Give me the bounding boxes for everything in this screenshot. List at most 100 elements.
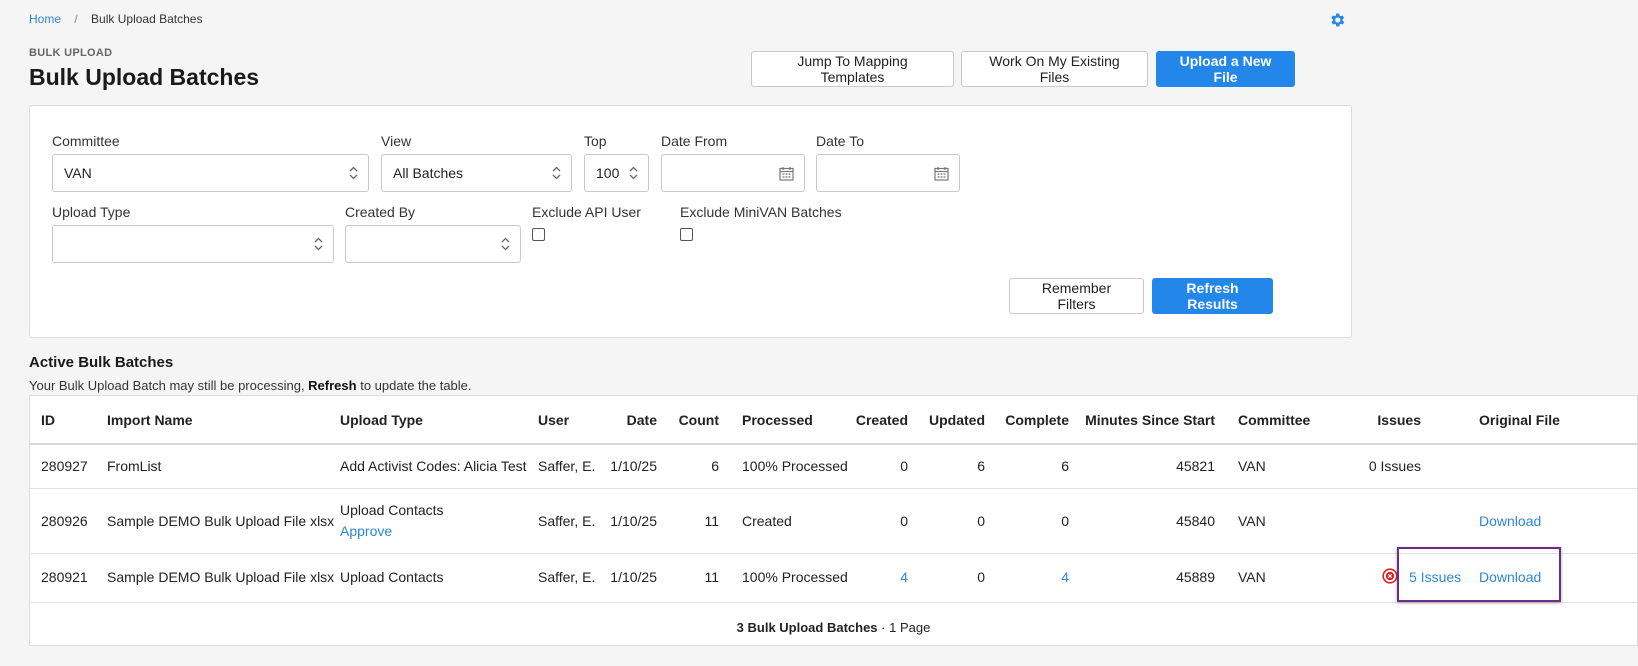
cell-count: 11 <box>704 569 719 585</box>
section-note-refresh: Refresh <box>308 378 357 393</box>
cell-updated: 6 <box>977 458 985 474</box>
cell-count: 6 <box>711 458 719 474</box>
refresh-results-button[interactable]: Refresh Results <box>1152 278 1273 314</box>
col-header-user[interactable]: User <box>538 412 569 428</box>
col-header-id[interactable]: ID <box>41 412 55 428</box>
top-value: 100 <box>596 165 620 181</box>
chevron-updown-icon <box>349 166 358 180</box>
cell-minutes: 45889 <box>1176 569 1215 585</box>
cell-created: 0 <box>900 513 908 529</box>
table-footer: 3 Bulk Upload Batches · 1 Page <box>30 620 1637 635</box>
page-kicker: BULK UPLOAD <box>29 47 113 59</box>
section-note-suffix: to update the table. <box>356 378 472 393</box>
cell-minutes: 45840 <box>1176 513 1215 529</box>
col-header-minutes-since-start[interactable]: Minutes Since Start <box>1085 412 1215 428</box>
calendar-icon[interactable] <box>779 166 794 181</box>
exclude-minivan-checkbox[interactable] <box>680 228 693 241</box>
exclude-minivan-label: Exclude MiniVAN Batches <box>680 204 842 220</box>
upload-new-file-button[interactable]: Upload a New File <box>1156 51 1295 87</box>
col-header-issues[interactable]: Issues <box>1377 412 1421 428</box>
batches-table: ID Import Name Upload Type User Date Cou… <box>29 395 1638 646</box>
cell-processed: Created <box>742 513 792 529</box>
cell-count: 11 <box>704 513 719 529</box>
breadcrumb-current: Bulk Upload Batches <box>91 12 203 26</box>
cell-upload-type: Upload Contacts <box>340 569 444 585</box>
date-from-label: Date From <box>661 133 728 149</box>
cell-committee: VAN <box>1238 569 1266 585</box>
exclude-api-user-checkbox[interactable] <box>532 228 545 241</box>
cell-upload-type: Add Activist Codes: Alicia Test <box>340 458 527 474</box>
col-header-complete[interactable]: Complete <box>1005 412 1069 428</box>
date-to-input[interactable] <box>816 154 960 192</box>
cell-import-name: Sample DEMO Bulk Upload File xlsx <box>107 569 335 585</box>
date-from-input[interactable] <box>661 154 805 192</box>
error-circle-icon <box>1382 568 1398 584</box>
view-select[interactable]: All Batches <box>381 154 572 192</box>
download-link[interactable]: Download <box>1479 513 1541 529</box>
row-divider <box>30 602 1637 603</box>
created-count-link[interactable]: 4 <box>900 569 908 585</box>
cell-id: 280927 <box>41 458 88 474</box>
cell-upload-type: Upload Contacts <box>340 502 444 518</box>
work-on-existing-files-button[interactable]: Work On My Existing Files <box>961 51 1148 87</box>
col-header-upload-type[interactable]: Upload Type <box>340 412 423 428</box>
approve-link[interactable]: Approve <box>340 523 392 539</box>
col-header-count[interactable]: Count <box>679 412 719 428</box>
cell-complete: 0 <box>1061 513 1069 529</box>
cell-complete: 6 <box>1061 458 1069 474</box>
cell-updated: 0 <box>977 513 985 529</box>
view-label: View <box>381 133 412 149</box>
col-header-date[interactable]: Date <box>627 412 657 428</box>
cell-processed: 100% Processed <box>742 569 848 585</box>
col-header-import-name[interactable]: Import Name <box>107 412 193 428</box>
col-header-processed[interactable]: Processed <box>742 412 813 428</box>
chevron-updown-icon <box>314 237 323 251</box>
committee-value: VAN <box>64 165 92 181</box>
upload-type-select[interactable] <box>52 225 334 263</box>
jump-to-mapping-templates-button[interactable]: Jump To Mapping Templates <box>751 51 954 87</box>
gear-icon[interactable] <box>1328 11 1346 29</box>
remember-filters-button[interactable]: Remember Filters <box>1009 278 1144 314</box>
row-divider <box>30 488 1637 489</box>
cell-date: 1/10/25 <box>610 458 657 474</box>
calendar-icon[interactable] <box>934 166 949 181</box>
committee-label: Committee <box>52 133 120 149</box>
cell-date: 1/10/25 <box>610 513 657 529</box>
cell-minutes: 45821 <box>1176 458 1215 474</box>
header-divider <box>30 443 1637 445</box>
cell-processed: 100% Processed <box>742 458 848 474</box>
cell-id: 280921 <box>41 569 88 585</box>
exclude-api-user-label: Exclude API User <box>532 204 641 220</box>
complete-count-link[interactable]: 4 <box>1061 569 1069 585</box>
date-to-label: Date To <box>816 133 864 149</box>
col-header-committee[interactable]: Committee <box>1238 412 1310 428</box>
cell-date: 1/10/25 <box>610 569 657 585</box>
issues-link[interactable]: 5 Issues <box>1409 569 1461 585</box>
section-note: Your Bulk Upload Batch may still be proc… <box>29 378 472 393</box>
cell-created: 0 <box>900 458 908 474</box>
breadcrumb-home-link[interactable]: Home <box>29 12 61 26</box>
cell-user: Saffer, E. <box>538 513 596 529</box>
breadcrumb-separator: / <box>74 12 78 26</box>
col-header-original-file[interactable]: Original File <box>1479 412 1560 428</box>
cell-issues: 0 Issues <box>1368 458 1421 474</box>
cell-updated: 0 <box>977 569 985 585</box>
chevron-updown-icon <box>629 166 638 180</box>
committee-select[interactable]: VAN <box>52 154 369 192</box>
cell-import-name: FromList <box>107 458 162 474</box>
breadcrumb: Home / Bulk Upload Batches <box>29 12 202 26</box>
top-label: Top <box>584 133 607 149</box>
col-header-updated[interactable]: Updated <box>929 412 985 428</box>
filters-panel: Committee VAN View All Batches Top 100 D… <box>29 105 1352 338</box>
col-header-created[interactable]: Created <box>856 412 908 428</box>
section-title: Active Bulk Batches <box>29 354 174 371</box>
section-note-prefix: Your Bulk Upload Batch may still be proc… <box>29 378 309 393</box>
created-by-select[interactable] <box>345 225 521 263</box>
upload-type-label: Upload Type <box>52 204 131 220</box>
chevron-updown-icon <box>552 166 561 180</box>
row-divider <box>30 553 1637 554</box>
cell-import-name: Sample DEMO Bulk Upload File xlsx <box>107 513 335 529</box>
cell-committee: VAN <box>1238 513 1266 529</box>
download-link[interactable]: Download <box>1479 569 1541 585</box>
top-select[interactable]: 100 <box>584 154 649 192</box>
